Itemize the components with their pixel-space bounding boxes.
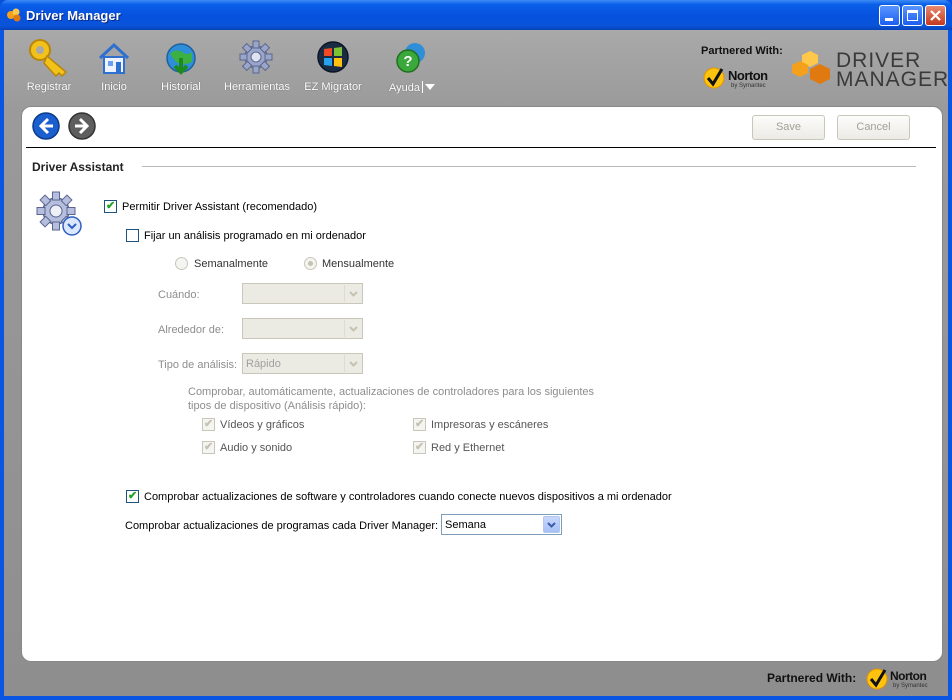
toolbar-label: Historial xyxy=(161,81,201,93)
toolbar-label: EZ Migrator xyxy=(304,81,362,93)
weekly-label: Semanalmente xyxy=(194,258,268,270)
minimize-button[interactable] xyxy=(879,5,900,26)
monthly-label: Mensualmente xyxy=(322,258,395,270)
weekly-radio[interactable] xyxy=(175,257,188,270)
window-title: Driver Manager xyxy=(26,8,121,23)
toolbar-registrar[interactable]: Registrar xyxy=(26,36,72,96)
schedule-scan-checkbox[interactable] xyxy=(126,229,139,242)
check-icon: ✔ xyxy=(415,418,425,430)
cancel-button[interactable]: Cancel xyxy=(837,115,910,140)
check-icon: ✔ xyxy=(204,418,214,430)
arrow-right-icon xyxy=(68,112,96,140)
toolbar-label: Registrar xyxy=(26,81,72,93)
printers-scanners-label: Impresoras y escáneres xyxy=(431,419,549,431)
windows-migrator-icon xyxy=(317,41,349,73)
section-divider xyxy=(142,166,916,167)
enable-assistant-label: Permitir Driver Assistant (recomendado) xyxy=(122,201,318,213)
svg-text:?: ? xyxy=(403,53,412,70)
when-select[interactable] xyxy=(242,283,363,304)
partnered-with-footer: Partnered With: xyxy=(767,671,857,685)
auto-check-text-line2: tipos de dispositivo (Análisis rápido): xyxy=(188,400,366,412)
driver-manager-logo-icon xyxy=(792,51,830,84)
scan-type-value: Rápido xyxy=(246,358,281,370)
around-select[interactable] xyxy=(242,318,363,339)
program-update-select[interactable]: Semana xyxy=(441,514,562,535)
enable-assistant-checkbox[interactable]: ✔ xyxy=(104,200,117,213)
toolbar-ayuda[interactable]: ? Ayuda xyxy=(384,36,440,96)
chevron-down-icon xyxy=(543,516,560,533)
video-graphics-label: Vídeos y gráficos xyxy=(220,419,305,431)
norton-subtext: by Symantec xyxy=(893,683,928,689)
schedule-scan-label: Fijar un análisis programado en mi orden… xyxy=(144,230,366,242)
video-graphics-checkbox[interactable]: ✔ xyxy=(202,418,215,431)
home-icon xyxy=(98,42,130,74)
toolbar-ez-migrator[interactable]: EZ Migrator xyxy=(302,36,364,96)
radio-dot xyxy=(308,261,313,266)
printers-scanners-checkbox[interactable]: ✔ xyxy=(413,418,426,431)
auto-check-text-line1: Comprobar, automáticamente, actualizacio… xyxy=(188,386,595,398)
chevron-down-icon xyxy=(344,320,361,337)
gear-icon xyxy=(239,40,273,74)
around-label: Alrededor de: xyxy=(158,324,225,336)
norton-text: Norton xyxy=(728,68,768,83)
section-title: Driver Assistant xyxy=(32,160,124,174)
program-update-label: Comprobar actualizaciones de programas c… xyxy=(125,520,439,532)
history-globe-icon xyxy=(166,43,196,75)
toolbar-historial[interactable]: Historial xyxy=(158,36,204,96)
key-icon xyxy=(29,39,68,78)
partnered-with-label: Partnered With: xyxy=(701,45,783,57)
assistant-gear-icon xyxy=(36,191,82,236)
scan-type-select[interactable]: Rápido xyxy=(242,353,363,374)
toolbar-inicio[interactable]: Inicio xyxy=(96,36,132,96)
app-logo-icon xyxy=(7,8,21,22)
program-update-value: Semana xyxy=(445,519,486,531)
check-icon: ✔ xyxy=(106,200,116,212)
network-ethernet-label: Red y Ethernet xyxy=(431,442,505,454)
norton-text: Norton xyxy=(890,669,927,683)
maximize-icon xyxy=(907,10,918,21)
audio-sound-label: Audio y sonido xyxy=(220,442,293,454)
minimize-icon xyxy=(885,18,893,21)
close-button[interactable] xyxy=(925,5,946,26)
audio-sound-checkbox[interactable]: ✔ xyxy=(202,441,215,454)
toolbar-label: Inicio xyxy=(101,81,127,93)
chevron-down-icon xyxy=(344,285,361,302)
toolbar-label: Ayuda xyxy=(384,81,440,94)
settings-panel: Save Cancel Driver Assistant ✔ Permitir … xyxy=(21,106,943,662)
chevron-down-icon[interactable] xyxy=(425,84,435,90)
forward-button[interactable] xyxy=(68,112,96,140)
check-new-device-checkbox[interactable]: ✔ xyxy=(126,490,139,503)
toolbar-herramientas[interactable]: Herramientas xyxy=(224,36,291,96)
norton-subtext: by Symantec xyxy=(731,83,766,89)
title-bar[interactable]: Driver Manager xyxy=(0,0,952,30)
back-button[interactable] xyxy=(32,112,60,140)
scan-type-label: Tipo de análisis: xyxy=(158,359,238,371)
check-icon: ✔ xyxy=(415,441,425,453)
maximize-button[interactable] xyxy=(902,5,923,26)
save-button[interactable]: Save xyxy=(752,115,825,140)
help-icon: ? xyxy=(396,43,425,73)
toolbar-label-text: Ayuda xyxy=(389,82,420,94)
check-icon: ✔ xyxy=(204,441,214,453)
main-toolbar: Registrar Inicio Historial Herramientas … xyxy=(4,30,948,106)
logo-line2: MANAGER xyxy=(836,68,950,91)
app-window: Driver Manager Registrar Inicio Historia… xyxy=(0,0,952,700)
when-label: Cuándo: xyxy=(158,289,200,301)
monthly-radio[interactable] xyxy=(304,257,317,270)
toolbar-label: Herramientas xyxy=(224,81,291,93)
close-icon xyxy=(930,10,941,21)
network-ethernet-checkbox[interactable]: ✔ xyxy=(413,441,426,454)
arrow-left-icon xyxy=(32,112,60,140)
client-area: Registrar Inicio Historial Herramientas … xyxy=(4,30,948,696)
chevron-down-icon xyxy=(344,355,361,372)
toolbar-divider xyxy=(26,147,936,148)
check-icon: ✔ xyxy=(128,490,138,502)
check-new-device-label: Comprobar actualizaciones de software y … xyxy=(144,491,672,503)
